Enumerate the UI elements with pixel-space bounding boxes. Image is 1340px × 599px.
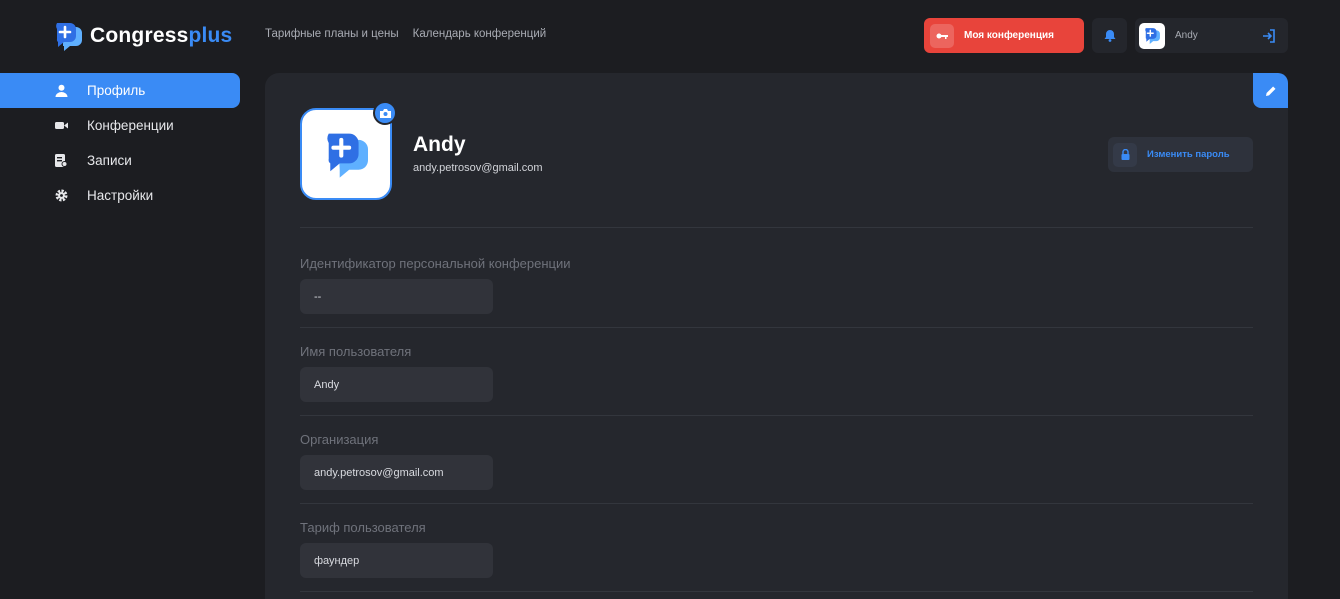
- sidebar-item-label: Настройки: [87, 188, 154, 203]
- document-icon: [54, 154, 68, 168]
- sidebar-item-label: Конференции: [87, 118, 174, 133]
- notifications-button[interactable]: [1092, 18, 1127, 53]
- divider: [300, 503, 1253, 504]
- field-label-username: Имя пользователя: [300, 344, 412, 359]
- camera-icon: [379, 108, 391, 118]
- sidebar-item-label: Профиль: [87, 83, 146, 98]
- pencil-icon: [1265, 86, 1275, 96]
- logo-icon: [56, 23, 82, 51]
- divider: [300, 591, 1253, 592]
- field-label-tariff: Тариф пользователя: [300, 520, 426, 535]
- divider: [300, 227, 1253, 228]
- sidebar-item-label: Записи: [87, 153, 132, 168]
- change-password-button[interactable]: Изменить пароль: [1108, 137, 1253, 172]
- profile-email: andy.petrosov@gmail.com: [413, 162, 543, 174]
- app-root: Congressplus Тарифные планы и цены Кален…: [0, 0, 1340, 599]
- change-password-label: Изменить пароль: [1147, 149, 1230, 160]
- conference-id-field[interactable]: --: [300, 279, 493, 314]
- sidebar: Профиль Конференции Записи Настройки: [0, 73, 240, 213]
- video-icon: [54, 119, 68, 133]
- sidebar-item-conferences[interactable]: Конференции: [0, 108, 240, 143]
- organization-field[interactable]: andy.petrosov@gmail.com: [300, 455, 493, 490]
- logout-icon[interactable]: [1262, 28, 1276, 43]
- sidebar-item-settings[interactable]: Настройки: [0, 178, 240, 213]
- divider: [300, 415, 1253, 416]
- user-menu[interactable]: Andy: [1135, 18, 1288, 53]
- brand-name: Congressplus: [90, 24, 233, 47]
- divider: [300, 327, 1253, 328]
- gear-icon: [54, 189, 68, 203]
- nav-link-calendar[interactable]: Календарь конференций: [413, 28, 547, 40]
- key-icon: [930, 23, 954, 48]
- user-name: Andy: [1175, 30, 1198, 41]
- username-field[interactable]: Andy: [300, 367, 493, 402]
- my-conference-button[interactable]: Моя конференция: [924, 18, 1084, 53]
- field-label-conference-id: Идентификатор персональной конференции: [300, 256, 571, 271]
- field-label-organization: Организация: [300, 432, 379, 447]
- bell-icon: [1104, 30, 1115, 42]
- tariff-field[interactable]: фаундер: [300, 543, 493, 578]
- avatar-logo-icon: [327, 133, 368, 178]
- avatar: [1139, 22, 1165, 49]
- edit-profile-button[interactable]: [1253, 73, 1288, 108]
- profile-name: Andy: [413, 133, 466, 156]
- upload-photo-button[interactable]: [373, 101, 397, 125]
- sidebar-item-profile[interactable]: Профиль: [0, 73, 240, 108]
- lock-icon: [1113, 142, 1137, 167]
- sidebar-item-recordings[interactable]: Записи: [0, 143, 240, 178]
- my-conference-label: Моя конференция: [964, 30, 1054, 41]
- user-icon: [54, 84, 68, 98]
- nav-link-pricing[interactable]: Тарифные планы и цены: [265, 28, 399, 40]
- top-nav: Тарифные планы и цены Календарь конферен…: [265, 28, 546, 40]
- avatar-logo-icon: [1145, 28, 1160, 44]
- brand-logo[interactable]: Congressplus: [54, 20, 232, 52]
